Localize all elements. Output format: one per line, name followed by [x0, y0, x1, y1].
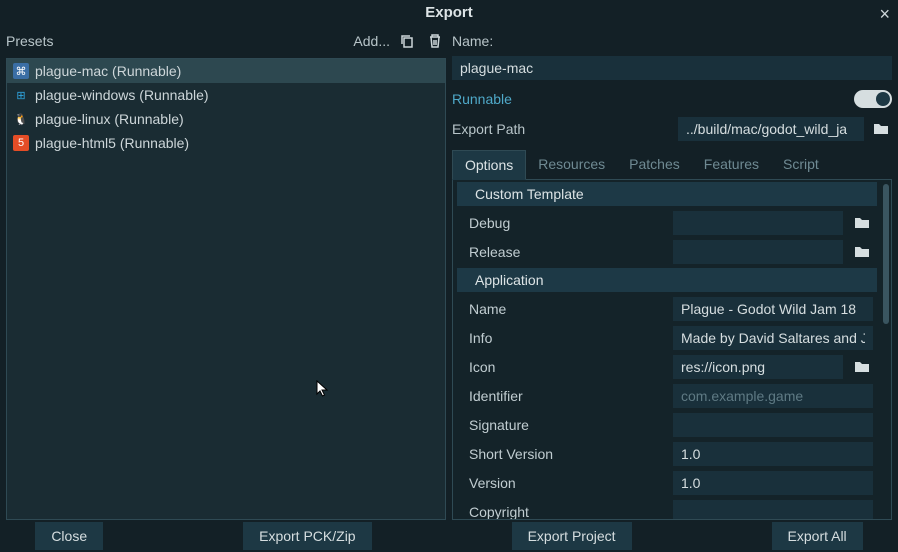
- name-input[interactable]: [452, 56, 892, 80]
- debug-input[interactable]: [673, 211, 843, 235]
- release-input[interactable]: [673, 240, 843, 264]
- icon-input[interactable]: [673, 355, 843, 379]
- preset-list: ⌘ plague-mac (Runnable) ⊞ plague-windows…: [6, 58, 446, 520]
- close-button[interactable]: Close: [35, 522, 103, 550]
- folder-icon[interactable]: [870, 118, 892, 140]
- app-name-input[interactable]: [673, 297, 873, 321]
- copyright-input[interactable]: [673, 500, 873, 520]
- add-preset-button[interactable]: Add...: [353, 33, 390, 49]
- name-label: Name:: [452, 33, 493, 49]
- runnable-label: Runnable: [452, 91, 512, 107]
- preset-label: plague-mac (Runnable): [35, 63, 181, 79]
- runnable-toggle[interactable]: [854, 90, 892, 108]
- preset-label: plague-linux (Runnable): [35, 111, 184, 127]
- footer: Close Export PCK/Zip Export Project Expo…: [0, 520, 898, 552]
- info-input[interactable]: [673, 326, 873, 350]
- tabs: Options Resources Patches Features Scrip…: [452, 150, 892, 180]
- preset-item-linux[interactable]: 🐧 plague-linux (Runnable): [7, 107, 445, 131]
- release-label: Release: [469, 244, 665, 260]
- preset-item-windows[interactable]: ⊞ plague-windows (Runnable): [7, 83, 445, 107]
- export-pck-button[interactable]: Export PCK/Zip: [243, 522, 371, 550]
- short-version-input[interactable]: [673, 442, 873, 466]
- copyright-label: Copyright: [469, 504, 665, 520]
- signature-input[interactable]: [673, 413, 873, 437]
- export-path-label: Export Path: [452, 121, 525, 137]
- folder-icon[interactable]: [851, 212, 873, 234]
- copy-icon[interactable]: [396, 30, 418, 52]
- mac-icon: ⌘: [13, 63, 29, 79]
- presets-label: Presets: [6, 33, 53, 49]
- folder-icon[interactable]: [851, 356, 873, 378]
- export-path-input[interactable]: [678, 117, 864, 141]
- debug-label: Debug: [469, 215, 665, 231]
- html5-icon: 5: [13, 135, 29, 151]
- app-name-label: Name: [469, 301, 665, 317]
- tab-patches[interactable]: Patches: [617, 150, 692, 179]
- signature-label: Signature: [469, 417, 665, 433]
- version-input[interactable]: [673, 471, 873, 495]
- windows-icon: ⊞: [13, 87, 29, 103]
- delete-icon[interactable]: [424, 30, 446, 52]
- export-all-button[interactable]: Export All: [772, 522, 863, 550]
- preset-item-mac[interactable]: ⌘ plague-mac (Runnable): [7, 59, 445, 83]
- preset-label: plague-html5 (Runnable): [35, 135, 189, 151]
- tab-script[interactable]: Script: [771, 150, 831, 179]
- info-label: Info: [469, 330, 665, 346]
- window-title: Export: [425, 4, 473, 21]
- close-icon[interactable]: ×: [879, 4, 890, 25]
- section-custom-template[interactable]: Custom Template: [457, 182, 877, 206]
- version-label: Version: [469, 475, 665, 491]
- short-version-label: Short Version: [469, 446, 665, 462]
- export-project-button[interactable]: Export Project: [512, 522, 632, 550]
- preset-label: plague-windows (Runnable): [35, 87, 209, 103]
- tab-features[interactable]: Features: [692, 150, 771, 179]
- identifier-input[interactable]: [673, 384, 873, 408]
- scrollbar[interactable]: [883, 184, 889, 515]
- title-bar: Export ×: [0, 0, 898, 26]
- section-application[interactable]: Application: [457, 268, 877, 292]
- icon-prop-label: Icon: [469, 359, 665, 375]
- folder-icon[interactable]: [851, 241, 873, 263]
- identifier-label: Identifier: [469, 388, 665, 404]
- linux-icon: 🐧: [13, 111, 29, 127]
- tab-options[interactable]: Options: [452, 150, 526, 180]
- options-panel: Custom Template Debug Release Applicatio…: [452, 180, 892, 520]
- preset-item-html5[interactable]: 5 plague-html5 (Runnable): [7, 131, 445, 155]
- tab-resources[interactable]: Resources: [526, 150, 617, 179]
